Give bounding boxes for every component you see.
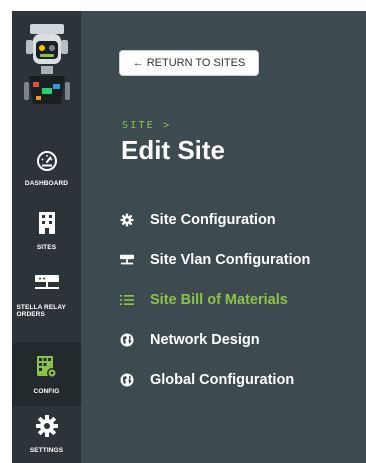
sidebar-item-settings[interactable]: SETTINGS (12, 406, 81, 462)
sidebar-item-stella-relay-orders[interactable]: STELLA RELAY ORDERS (12, 273, 81, 343)
sidebar-item-dashboard[interactable]: DASHBOARD (12, 149, 81, 211)
menu-item-label: Global Configuration (150, 372, 295, 388)
menu-item-label: Site Configuration (150, 212, 276, 228)
menu-item-label: Site Vlan Configuration (150, 252, 311, 268)
building-icon (37, 211, 57, 240)
gear-icon (120, 213, 134, 227)
app-window: DASHBOARD SITES STELLA RELAY ORDERS CONF… (12, 11, 366, 463)
network-switch-icon (120, 253, 134, 267)
menu-item-site-bill-of-materials[interactable]: Site Bill of Materials (120, 290, 310, 310)
dashboard-gauge-icon (35, 149, 59, 176)
menu-item-site-vlan-configuration[interactable]: Site Vlan Configuration (120, 250, 310, 270)
sidebar-item-config[interactable]: CONFIG (12, 343, 81, 406)
site-menu: Site Configuration Site Vlan Configurati… (120, 210, 310, 410)
config-grid-gear-icon (36, 355, 58, 384)
sidebar-item-label: SITES (36, 244, 57, 251)
sidebar-item-sites[interactable]: SITES (12, 211, 81, 273)
globe-icon (120, 333, 134, 347)
network-switch-icon (33, 273, 61, 300)
menu-item-site-configuration[interactable]: Site Configuration (120, 210, 310, 230)
menu-item-global-configuration[interactable]: Global Configuration (120, 370, 310, 390)
sidebar-item-label: CONFIG (33, 387, 60, 395)
main-panel: ← RETURN TO SITES SITE > Edit Site Site … (81, 11, 366, 463)
robot-logo (12, 11, 81, 123)
sidebar-item-label: DASHBOARD (24, 180, 69, 187)
sidebar-item-label: SETTINGS (29, 447, 64, 454)
list-icon (120, 293, 134, 307)
gear-icon (35, 414, 59, 443)
sidebar-item-label: STELLA RELAY ORDERS (16, 304, 66, 318)
sidebar: DASHBOARD SITES STELLA RELAY ORDERS CONF… (12, 11, 81, 463)
breadcrumb[interactable]: SITE > (122, 120, 171, 131)
return-to-sites-button[interactable]: ← RETURN TO SITES (119, 50, 259, 76)
return-button-label: RETURN TO SITES (146, 57, 246, 69)
menu-item-network-design[interactable]: Network Design (120, 330, 310, 350)
page-title: Edit Site (121, 135, 226, 165)
menu-item-label: Site Bill of Materials (150, 292, 288, 308)
globe-icon (120, 373, 134, 387)
arrow-left-icon: ← (132, 57, 144, 69)
menu-item-label: Network Design (150, 332, 260, 348)
